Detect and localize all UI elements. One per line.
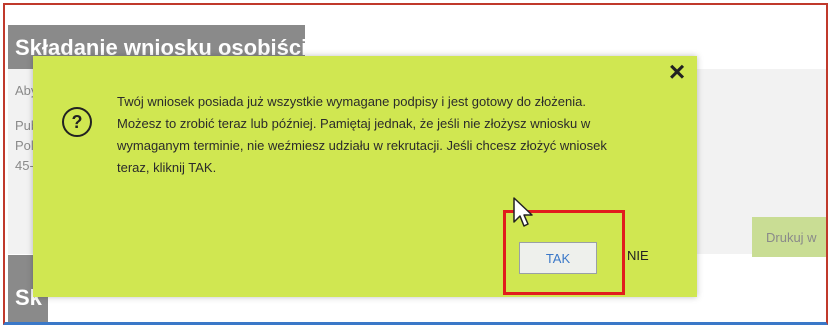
- dialog-message-line: wymaganym terminie, nie weźmiesz udziału…: [117, 138, 607, 153]
- question-icon: ?: [62, 107, 92, 137]
- dialog-message: Twój wniosek posiada już wszystkie wymag…: [117, 91, 627, 179]
- dialog-message-line: Możesz to zrobić teraz lub później. Pami…: [117, 116, 591, 131]
- decline-button[interactable]: NIE: [627, 248, 649, 268]
- dialog-message-line: Twój wniosek posiada już wszystkie wymag…: [117, 94, 586, 109]
- dialog-message-line: teraz, kliknij TAK.: [117, 160, 217, 175]
- print-button[interactable]: Drukuj w: [752, 217, 826, 257]
- close-icon[interactable]: ×: [662, 57, 692, 87]
- confirmation-dialog: × ? Twój wniosek posiada już wszystkie w…: [33, 56, 697, 297]
- confirm-button[interactable]: TAK: [519, 242, 597, 274]
- mouse-cursor-icon: [513, 197, 533, 227]
